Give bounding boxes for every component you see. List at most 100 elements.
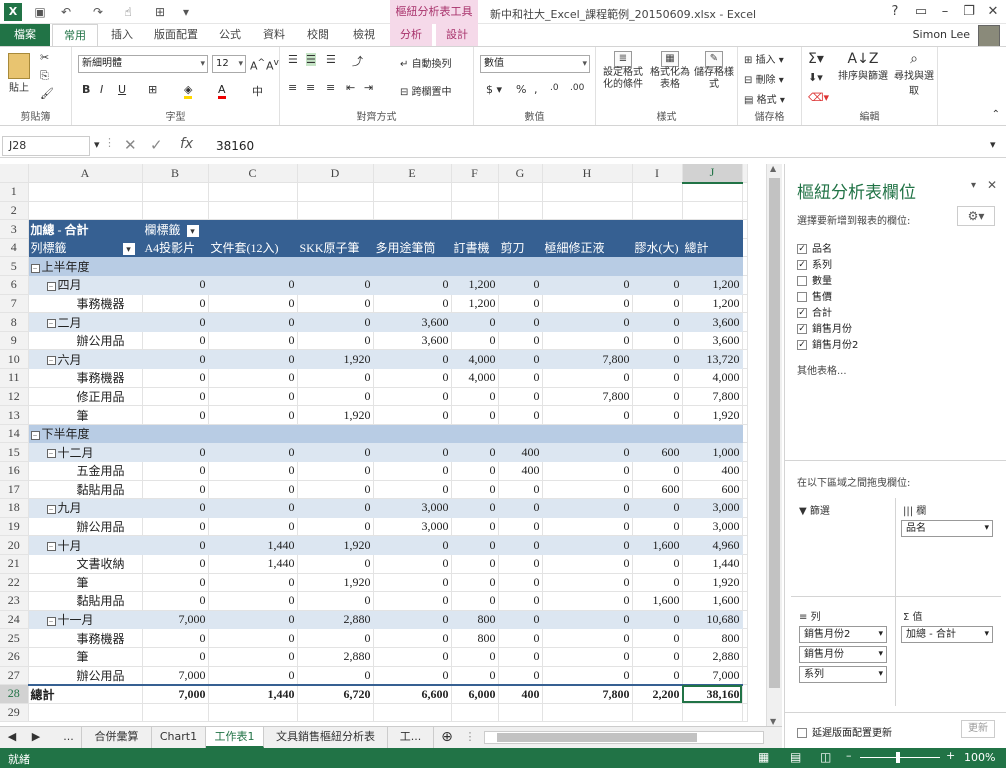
pivot-row-label[interactable]: 筆 (28, 405, 143, 425)
close-button[interactable]: ✕ (978, 0, 1006, 24)
pivot-header-cell[interactable] (542, 219, 633, 239)
pivot-value-cell[interactable]: 0 (451, 647, 499, 667)
pivot-value-cell[interactable]: 3,600 (373, 312, 452, 332)
pivot-value-cell[interactable]: 0 (208, 498, 298, 518)
vertical-scrollbar[interactable]: ▲ ▼ (766, 164, 782, 726)
pivot-header-cell[interactable] (208, 219, 298, 239)
pivot-header-cell[interactable] (373, 219, 452, 239)
collapse-icon[interactable]: − (30, 430, 40, 440)
pivot-row-label[interactable]: − 十一月 (28, 610, 143, 630)
row-header[interactable]: 10 (0, 349, 29, 370)
pivot-value-cell[interactable]: 2,880 (297, 647, 374, 667)
pivot-value-cell[interactable] (297, 424, 374, 444)
pivot-value-cell[interactable]: 600 (632, 480, 683, 500)
empty-cell[interactable] (742, 424, 748, 444)
field-checkbox[interactable]: ✓ (797, 260, 807, 270)
empty-cell[interactable] (742, 535, 748, 555)
select-all-corner[interactable] (0, 164, 29, 184)
cancel-icon[interactable]: ✕ (124, 136, 137, 154)
empty-cell[interactable] (297, 182, 374, 202)
pivot-value-cell[interactable]: 1,600 (632, 535, 683, 555)
pivot-value-cell[interactable]: 0 (142, 312, 209, 332)
column-header[interactable]: D (297, 164, 374, 184)
pivot-value-cell[interactable]: 0 (632, 294, 683, 314)
pivot-value-cell[interactable]: 0 (208, 312, 298, 332)
normal-view-icon[interactable]: ▦ (758, 750, 769, 764)
empty-cell[interactable] (632, 182, 683, 202)
pivot-value-cell[interactable]: 0 (632, 405, 683, 425)
pivot-value-cell[interactable]: 0 (142, 480, 209, 500)
row-header[interactable]: 28 (0, 684, 29, 704)
pivot-row-label[interactable]: 總計 (28, 683, 143, 704)
pivot-value-cell[interactable] (632, 424, 683, 444)
format-as-table-button[interactable]: ▦ 格式化為表格 (648, 51, 692, 91)
value-field-item[interactable]: 加總 - 合計 (901, 626, 993, 643)
filter-dropdown-icon[interactable]: ▾ (186, 224, 199, 237)
delete-cells-button[interactable]: ⊟ 刪除 ▾ (744, 71, 784, 86)
format-cells-button[interactable]: ▤ 格式 ▾ (744, 91, 785, 106)
clear-icon[interactable]: ⌫▾ (808, 91, 829, 104)
user-name[interactable]: Simon Lee (913, 28, 970, 41)
empty-cell[interactable] (742, 256, 748, 277)
cell-styles-button[interactable]: ✎ 儲存格樣式 (694, 51, 734, 91)
row-field-item-2[interactable]: 銷售月份 (799, 646, 887, 663)
pivot-value-cell[interactable]: 0 (142, 368, 209, 388)
row-header[interactable]: 16 (0, 461, 29, 481)
row-header[interactable]: 13 (0, 405, 29, 425)
zoom-in-icon[interactable]: + (946, 749, 955, 762)
pivot-value-cell[interactable]: 0 (373, 461, 452, 481)
pivot-value-cell[interactable] (542, 256, 633, 277)
pivot-value-cell[interactable]: 2,880 (297, 610, 374, 630)
pivot-value-cell[interactable]: 0 (542, 610, 633, 630)
horizontal-scroll-thumb[interactable] (497, 733, 697, 742)
pivot-row-label[interactable]: − 四月 (28, 275, 143, 295)
pivot-value-cell[interactable]: 0 (451, 573, 499, 593)
underline-icon[interactable]: U (118, 83, 126, 96)
border-icon[interactable]: ⊞ (148, 83, 157, 96)
empty-cell[interactable] (742, 647, 748, 667)
pivot-value-cell[interactable]: 0 (632, 666, 683, 686)
pivot-value-cell[interactable]: 0 (498, 573, 543, 593)
pivot-row-label[interactable]: 筆 (28, 647, 143, 667)
pivot-value-cell[interactable]: 0 (297, 312, 374, 332)
empty-cell[interactable] (498, 182, 543, 202)
collapse-icon[interactable]: − (46, 542, 56, 552)
pivot-value-cell[interactable]: 0 (142, 517, 209, 537)
empty-cell[interactable] (742, 666, 748, 686)
pivot-value-cell[interactable]: 0 (208, 666, 298, 686)
pivot-value-cell[interactable]: 2,200 (632, 683, 683, 704)
pivot-value-cell[interactable]: 1,920 (682, 573, 743, 593)
pivot-value-cell[interactable]: 0 (297, 387, 374, 407)
pivot-value-cell[interactable]: 0 (297, 666, 374, 686)
empty-cell[interactable] (742, 703, 748, 723)
pivot-value-cell[interactable]: 1,920 (297, 573, 374, 593)
pivot-value-cell[interactable] (208, 256, 298, 277)
row-labels-filter[interactable]: 列標籤 ▾ (28, 238, 143, 258)
pivot-value-cell[interactable]: 0 (373, 610, 452, 630)
row-header[interactable]: 20 (0, 535, 29, 555)
find-select-button[interactable]: ⌕ 尋找與選取 (892, 51, 936, 97)
pivot-value-cell[interactable]: 4,000 (682, 368, 743, 388)
column-header[interactable]: H (542, 164, 633, 184)
pivot-value-cell[interactable]: 6,600 (373, 683, 452, 704)
pivot-value-cell[interactable]: 0 (142, 461, 209, 481)
pivot-value-cell[interactable]: 3,600 (682, 312, 743, 332)
pivot-value-cell[interactable]: 1,000 (682, 442, 743, 462)
autosum-icon[interactable]: Σ▾ (808, 51, 824, 67)
pivot-value-cell[interactable]: 0 (208, 275, 298, 295)
pivot-value-cell[interactable]: 0 (451, 312, 499, 332)
name-box-dropdown-icon[interactable]: ▾ (94, 138, 100, 151)
empty-cell[interactable] (742, 238, 748, 258)
pivot-value-cell[interactable]: 400 (498, 683, 543, 704)
column-field-item[interactable]: 品名 (901, 520, 993, 537)
empty-cell[interactable] (373, 201, 452, 221)
empty-cell[interactable] (742, 387, 748, 407)
pivot-header-cell[interactable] (498, 219, 543, 239)
redo-icon[interactable]: ↷ (90, 4, 106, 20)
pivot-value-cell[interactable]: 0 (632, 517, 683, 537)
empty-cell[interactable] (742, 480, 748, 500)
avatar[interactable] (978, 25, 1000, 47)
pivot-value-cell[interactable]: 0 (297, 480, 374, 500)
empty-cell[interactable] (742, 517, 748, 537)
pivot-value-cell[interactable]: 0 (208, 405, 298, 425)
